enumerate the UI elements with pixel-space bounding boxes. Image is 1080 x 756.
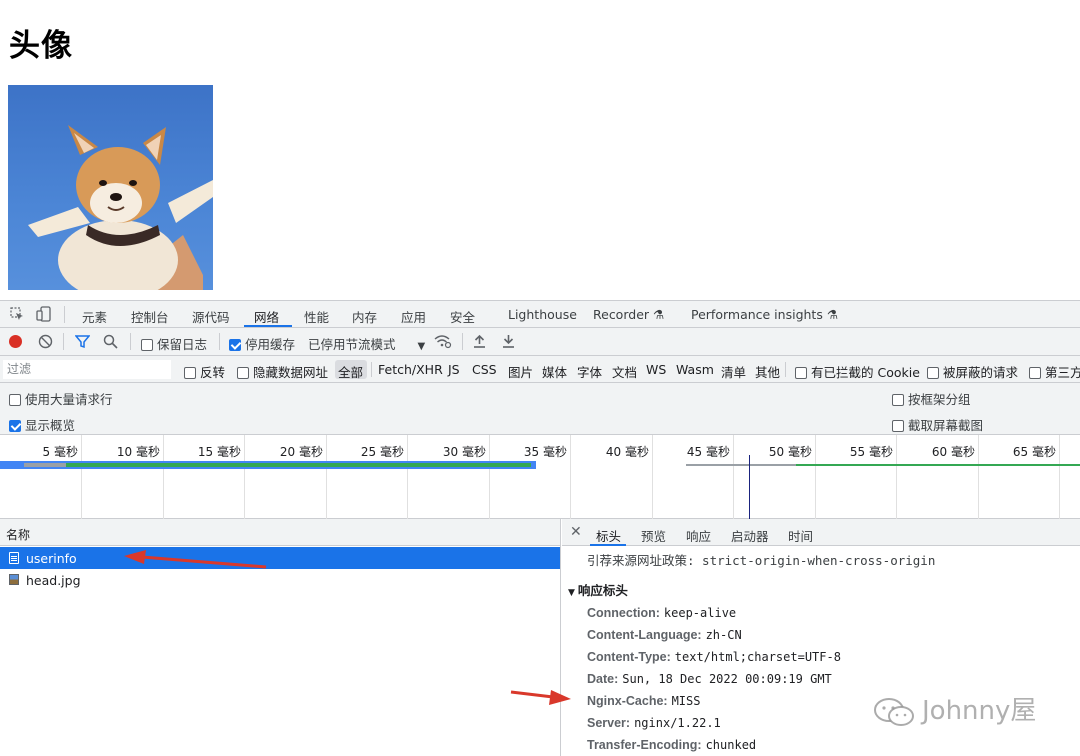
wechat-icon [874, 697, 914, 726]
annotation-arrow-nginx-cache [510, 690, 571, 705]
watermark-text: Johnny屋 [922, 696, 1037, 726]
watermark: Johnny屋 [872, 690, 1036, 727]
